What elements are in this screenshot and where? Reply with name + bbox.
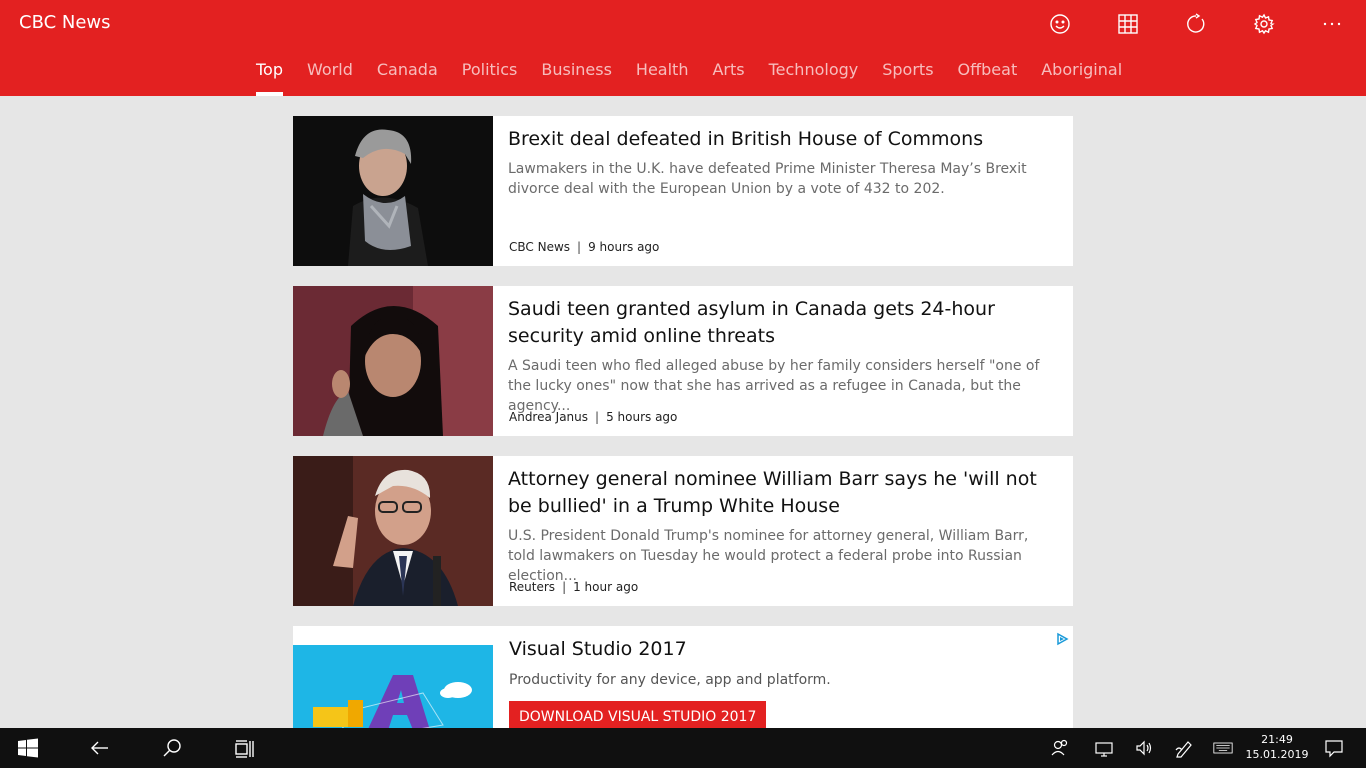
keyboard-icon[interactable]: [1198, 728, 1248, 768]
windows-taskbar: 21:49 15.01.2019: [0, 728, 1366, 768]
article-meta: Andrea Janus | 5 hours ago: [509, 410, 677, 424]
article-title: Attorney general nominee William Barr sa…: [508, 468, 1037, 517]
article-summary: U.S. President Donald Trump's nominee fo…: [508, 528, 1029, 584]
tab-arts[interactable]: Arts: [712, 60, 744, 96]
article-source: Reuters: [509, 580, 556, 594]
tab-world[interactable]: World: [307, 60, 353, 96]
article-card[interactable]: Brexit deal defeated in British House of…: [293, 116, 1073, 266]
article-card[interactable]: Attorney general nominee William Barr sa…: [293, 456, 1073, 606]
article-summary: A Saudi teen who fled alleged abuse by h…: [508, 358, 1040, 414]
article-source: CBC News: [509, 240, 571, 254]
tab-offbeat[interactable]: Offbeat: [958, 60, 1018, 96]
article-card[interactable]: Saudi teen granted asylum in Canada gets…: [293, 286, 1073, 436]
tab-top[interactable]: Top: [256, 60, 283, 96]
tab-technology[interactable]: Technology: [769, 60, 859, 96]
meta-separator: |: [562, 580, 567, 594]
article-source: Andrea Janus: [509, 410, 589, 424]
tab-sports[interactable]: Sports: [882, 60, 933, 96]
category-tabs: Top World Canada Politics Business Healt…: [256, 60, 1146, 96]
article-thumbnail: [293, 116, 493, 266]
app-title: CBC News: [19, 12, 111, 33]
ad-choices-icon[interactable]: [1055, 631, 1069, 646]
article-time: 1 hour ago: [573, 580, 639, 594]
tab-business[interactable]: Business: [541, 60, 612, 96]
more-icon[interactable]: [1298, 8, 1366, 40]
settings-icon[interactable]: [1230, 8, 1298, 40]
app-header: CBC News Top World Canada Politics Busin…: [0, 0, 1366, 96]
article-summary: Lawmakers in the U.K. have defeated Prim…: [508, 161, 1027, 197]
clock-time: 21:49: [1261, 733, 1293, 746]
clock-date: 15.01.2019: [1245, 748, 1309, 761]
article-meta: CBC News | 9 hours ago: [509, 240, 659, 254]
smiley-icon[interactable]: [1026, 8, 1094, 40]
article-title: Saudi teen granted asylum in Canada gets…: [508, 298, 995, 347]
tab-politics[interactable]: Politics: [462, 60, 518, 96]
tab-health[interactable]: Health: [636, 60, 689, 96]
meta-separator: |: [595, 410, 600, 424]
tab-aboriginal[interactable]: Aboriginal: [1041, 60, 1122, 96]
article-meta: Reuters | 1 hour ago: [509, 580, 638, 594]
action-center-icon[interactable]: [1310, 728, 1358, 768]
ad-title: Visual Studio 2017: [509, 638, 687, 660]
people-icon[interactable]: [1036, 728, 1084, 768]
header-toolbar: [1026, 8, 1366, 40]
refresh-icon[interactable]: [1162, 8, 1230, 40]
article-time: 9 hours ago: [588, 240, 660, 254]
task-view-icon[interactable]: [220, 728, 268, 768]
windows-start-icon[interactable]: [4, 728, 52, 768]
article-title: Brexit deal defeated in British House of…: [508, 128, 984, 150]
meta-separator: |: [577, 240, 582, 254]
article-thumbnail: [293, 286, 493, 436]
article-time: 5 hours ago: [606, 410, 678, 424]
advertisement-card[interactable]: Visual Studio 2017 Productivity for any …: [293, 626, 1073, 740]
ad-subtitle: Productivity for any device, app and pla…: [509, 672, 831, 688]
grid-icon[interactable]: [1094, 8, 1162, 40]
article-thumbnail: [293, 456, 493, 606]
system-clock[interactable]: 21:49 15.01.2019: [1244, 732, 1310, 762]
ad-image: [293, 645, 493, 740]
search-icon[interactable]: [148, 728, 196, 768]
back-arrow-icon[interactable]: [76, 728, 124, 768]
tab-canada[interactable]: Canada: [377, 60, 438, 96]
